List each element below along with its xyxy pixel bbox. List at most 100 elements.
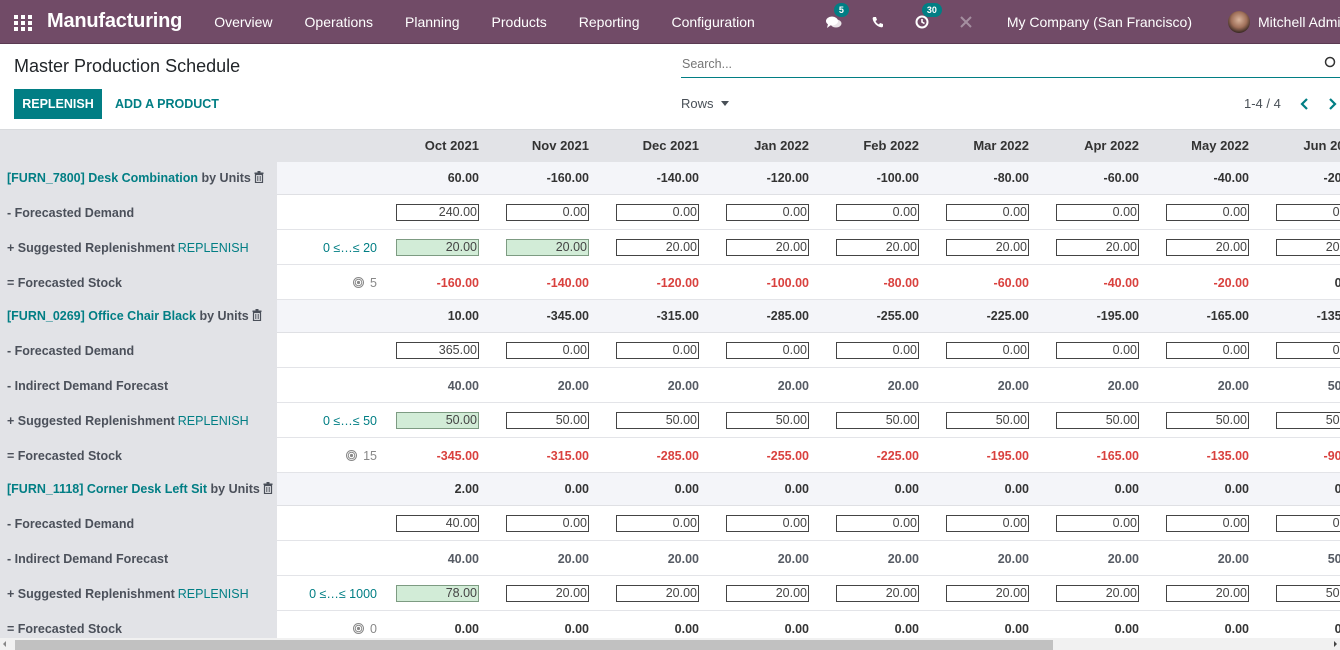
quantity-input[interactable]: 0.00 [506, 515, 589, 532]
trash-icon[interactable] [252, 309, 262, 321]
pager-value[interactable]: 1-4 / 4 [1244, 96, 1281, 111]
chevron-right-icon[interactable] [1326, 96, 1338, 112]
quantity-input[interactable]: 40.00 [396, 515, 479, 532]
quantity-input[interactable]: 0.00 [506, 342, 589, 359]
quantity-input[interactable]: 20.00 [506, 585, 589, 602]
quantity-input[interactable]: 0.00 [836, 515, 919, 532]
quantity-input[interactable]: 0.00 [1166, 515, 1249, 532]
quantity-input[interactable]: 0.00 [616, 204, 699, 221]
user-avatar[interactable] [1228, 11, 1250, 33]
quantity-input[interactable]: 50.00 [726, 412, 809, 429]
quantity-input[interactable]: 0.00 [1276, 342, 1340, 359]
messages-button[interactable]: 5 [824, 3, 849, 32]
menu-products[interactable]: Products [476, 14, 563, 30]
menu-operations[interactable]: Operations [289, 14, 389, 30]
quantity-input[interactable]: 20.00 [836, 239, 919, 256]
quantity-input[interactable]: 0.00 [1056, 204, 1139, 221]
quantity-input[interactable]: 0.00 [836, 342, 919, 359]
product-name-link[interactable]: [FURN_0269] Office Chair Black [7, 309, 196, 323]
company-switcher[interactable]: My Company (San Francisco) [1007, 14, 1192, 30]
add-product-button[interactable]: ADD A PRODUCT [115, 89, 219, 119]
forecasted-stock-value: 0.00 [454, 622, 479, 636]
quantity-input[interactable]: 20.00 [616, 585, 699, 602]
indirect-demand-value: 20.00 [997, 379, 1029, 393]
quantity-input[interactable]: 50.00 [836, 412, 919, 429]
quantity-input[interactable]: 78.00 [396, 585, 479, 602]
menu-reporting[interactable]: Reporting [563, 14, 656, 30]
debug-tools-button[interactable] [956, 12, 976, 32]
product-name-link[interactable]: [FURN_1118] Corner Desk Left Sit [7, 482, 207, 496]
scrollbar-thumb[interactable] [15, 640, 1053, 650]
quantity-input[interactable]: 20.00 [836, 585, 919, 602]
row-replenish-link[interactable]: REPLENISH [178, 241, 249, 255]
quantity-input[interactable]: 20.00 [1056, 585, 1139, 602]
scroll-right-icon[interactable] [1334, 641, 1337, 647]
menu-planning[interactable]: Planning [389, 14, 476, 30]
quantity-input[interactable]: 0.00 [1166, 342, 1249, 359]
quantity-input[interactable]: 20.00 [1276, 239, 1340, 256]
quantity-input[interactable]: 365.00 [396, 342, 479, 359]
trash-icon[interactable] [263, 482, 273, 494]
row-replenish-link[interactable]: REPLENISH [178, 587, 249, 601]
quantity-input[interactable]: 50.00 [1276, 412, 1340, 429]
row-replenish-link[interactable]: REPLENISH [178, 414, 249, 428]
quantity-input[interactable]: 20.00 [1166, 585, 1249, 602]
quantity-input[interactable]: 50.00 [1276, 585, 1340, 602]
quantity-input[interactable]: 0.00 [946, 342, 1029, 359]
forecasted-stock-value: -315.00 [546, 449, 589, 463]
horizontal-scrollbar[interactable] [0, 638, 1340, 650]
search-icon[interactable] [1324, 56, 1336, 70]
column-header: Oct 2021 [424, 138, 479, 153]
quantity-input[interactable]: 0.00 [1166, 204, 1249, 221]
scroll-left-icon[interactable] [3, 641, 6, 647]
trash-icon[interactable] [254, 171, 264, 183]
menu-configuration[interactable]: Configuration [655, 14, 770, 30]
quantity-input[interactable]: 0.00 [616, 342, 699, 359]
min-max-range-link[interactable]: 0 ≤…≤ 1000 [287, 587, 377, 601]
quantity-input[interactable]: 20.00 [506, 239, 589, 256]
quantity-input[interactable]: 0.00 [836, 204, 919, 221]
phone-button[interactable] [868, 12, 888, 32]
quantity-input[interactable]: 50.00 [946, 412, 1029, 429]
quantity-input[interactable]: 20.00 [946, 239, 1029, 256]
quantity-input[interactable]: 20.00 [616, 239, 699, 256]
app-name[interactable]: Manufacturing [47, 10, 182, 33]
quantity-input[interactable]: 50.00 [1056, 412, 1139, 429]
quantity-input[interactable]: 0.00 [1056, 515, 1139, 532]
user-menu[interactable]: Mitchell Admin [1258, 14, 1340, 30]
replenish-button[interactable]: REPLENISH [14, 89, 102, 119]
quantity-input[interactable]: 240.00 [396, 204, 479, 221]
menu-overview[interactable]: Overview [198, 14, 288, 30]
quantity-input[interactable]: 20.00 [396, 239, 479, 256]
quantity-input[interactable]: 50.00 [616, 412, 699, 429]
rows-dropdown[interactable]: Rows [681, 96, 729, 111]
quantity-input[interactable]: 20.00 [726, 585, 809, 602]
safety-stock[interactable]: 5 [287, 276, 377, 290]
min-max-range-link[interactable]: 0 ≤…≤ 20 [287, 241, 377, 255]
app-grid-icon[interactable] [14, 14, 32, 31]
quantity-input[interactable]: 0.00 [506, 204, 589, 221]
quantity-input[interactable]: 20.00 [946, 585, 1029, 602]
quantity-input[interactable]: 20.00 [1056, 239, 1139, 256]
quantity-input[interactable]: 0.00 [946, 515, 1029, 532]
quantity-input[interactable]: 0.00 [726, 342, 809, 359]
quantity-input[interactable]: 0.00 [616, 515, 699, 532]
quantity-input[interactable]: 50.00 [506, 412, 589, 429]
quantity-input[interactable]: 20.00 [726, 239, 809, 256]
safety-stock[interactable]: 15 [287, 449, 377, 463]
chevron-left-icon[interactable] [1299, 96, 1311, 112]
quantity-input[interactable]: 0.00 [946, 204, 1029, 221]
quantity-input[interactable]: 0.00 [1056, 342, 1139, 359]
quantity-input[interactable]: 50.00 [1166, 412, 1249, 429]
product-name-link[interactable]: [FURN_7800] Desk Combination [7, 171, 198, 185]
safety-stock[interactable]: 0 [287, 622, 377, 636]
quantity-input[interactable]: 0.00 [726, 515, 809, 532]
quantity-input[interactable]: 20.00 [1166, 239, 1249, 256]
quantity-input[interactable]: 50.00 [396, 412, 479, 429]
search-input[interactable] [681, 52, 1281, 76]
min-max-range-link[interactable]: 0 ≤…≤ 50 [287, 414, 377, 428]
quantity-input[interactable]: 0.00 [726, 204, 809, 221]
quantity-input[interactable]: 0.00 [1276, 204, 1340, 221]
quantity-input[interactable]: 0.00 [1276, 515, 1340, 532]
activities-button[interactable]: 30 [912, 3, 942, 32]
